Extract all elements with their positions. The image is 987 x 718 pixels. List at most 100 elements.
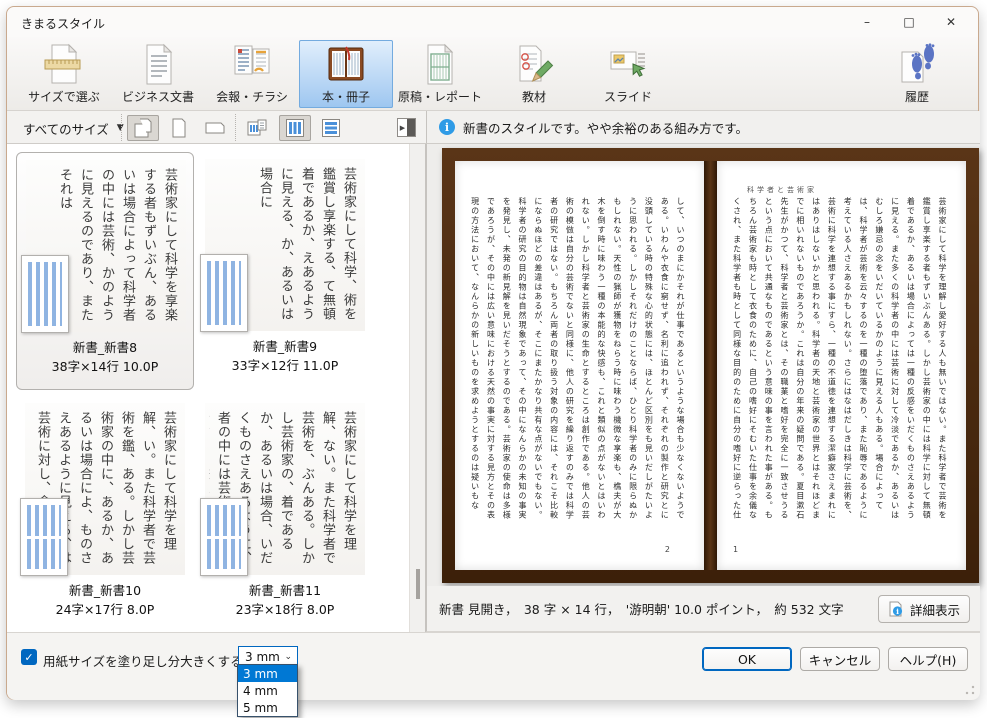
pages-all-icon xyxy=(132,117,154,139)
toolbar-item-history[interactable]: 履歴 xyxy=(870,40,964,108)
toolbar-item-business-doc[interactable]: ビジネス文書 xyxy=(111,40,205,108)
page-number: 1 xyxy=(733,545,738,554)
play-arrow-icon: ▶ xyxy=(398,119,407,136)
page-thumbnail xyxy=(20,498,68,576)
style-name: 新書_新書11 xyxy=(196,580,374,599)
dropdown-option[interactable]: 4 mm xyxy=(238,682,297,699)
style-spec: 33字×12行 11.0P xyxy=(196,355,374,374)
toolbar-item-slide[interactable]: スライド xyxy=(581,40,675,108)
toolbar-item-label: 本・冊子 xyxy=(322,88,370,105)
toolbar-item-label: 原稿・レポート xyxy=(398,88,482,105)
info-icon: i xyxy=(439,119,455,135)
size-filter-label: すべてのサイズ xyxy=(23,119,109,138)
running-head: 科学者と芸術家 xyxy=(747,185,817,195)
toolbar-item-label: 履歴 xyxy=(905,88,929,105)
page-text: 芸術家にして科学を理解し愛好する人も無いではない。また科学者で芸術を鑑賞し享楽す… xyxy=(731,197,950,524)
filter-bar: すべてのサイズ ▼ xyxy=(7,111,426,144)
mixed-layout-icon xyxy=(246,117,268,139)
horizontal-text-icon xyxy=(320,117,342,139)
resize-grip[interactable] xyxy=(965,685,975,695)
filter-mixed-layout-button[interactable] xyxy=(241,115,273,141)
book-icon xyxy=(324,40,368,88)
style-summary: 新書 見開き， 38 字 × 14 行， '游明朝' 10.0 ポイント， 約 … xyxy=(427,599,844,618)
category-toolbar: サイズで選ぶ ビジネス文書 xyxy=(7,37,978,111)
toolbar-item-book[interactable]: 本・冊子 xyxy=(299,40,393,108)
left-page: して、いつのまにかそれが仕事であるというような場合も少なくないようである。いわん… xyxy=(455,161,704,570)
style-card-shinsho8[interactable]: 芸術家にして科学を享楽する者もずいぶん、あるいは場合によって科学者の中には芸術、… xyxy=(16,152,194,390)
svg-text:i: i xyxy=(896,607,899,616)
slide-icon xyxy=(606,40,650,88)
style-spec: 23字×18行 8.0P xyxy=(196,599,374,618)
filter-vertical-text-button[interactable] xyxy=(279,115,311,141)
style-name: 新書_新書9 xyxy=(196,336,374,355)
info-bar: i 新書のスタイルです。やや余裕のある組み方です。 xyxy=(426,111,980,144)
page-thumbnail xyxy=(200,498,248,576)
list-scrollbar[interactable] xyxy=(409,144,426,632)
book-spread-preview: して、いつのまにかそれが仕事であるというような場合も少なくないようである。いわん… xyxy=(442,148,979,583)
style-name: 新書_新書8 xyxy=(17,337,193,356)
style-card-shinsho11[interactable]: 芸術家にして科学を理解、ない。また科学者で芸術を、ぶんある。しかし芸術家の、着で… xyxy=(196,396,374,634)
minimize-button[interactable]: – xyxy=(846,7,888,37)
teaching-icon xyxy=(512,40,556,88)
chevron-down-icon: ⌄ xyxy=(284,652,297,662)
style-name: 新書_新書10 xyxy=(16,580,194,599)
scrollbar-thumb[interactable] xyxy=(416,569,420,599)
bleed-checkbox[interactable]: ✓ xyxy=(21,649,37,665)
collapse-panel-button[interactable]: ▶ xyxy=(397,118,416,137)
footer-bar: ✓ 用紙サイズを塗り足し分大きくする(S) 3 mm ⌄ OK キャンセル ヘル… xyxy=(7,632,980,700)
separator xyxy=(121,114,122,141)
toolbar-item-newsletter[interactable]: 会報・チラシ xyxy=(205,40,299,108)
cancel-button[interactable]: キャンセル xyxy=(800,647,880,671)
page-thumbnail xyxy=(200,254,248,332)
page-number: 2 xyxy=(665,545,670,554)
filter-landscape-button[interactable] xyxy=(199,115,231,141)
style-spec: 24字×17行 8.0P xyxy=(16,599,194,618)
right-page: 科学者と芸術家 芸術家にして科学を理解し愛好する人も無いではない。また科学者で芸… xyxy=(717,161,966,570)
kimaru-style-dialog: きまるスタイル – □ ✕ サイズで選ぶ xyxy=(6,6,979,700)
toolbar-item-manuscript[interactable]: 原稿・レポート xyxy=(393,40,487,108)
style-list: 芸術家にして科学を享楽する者もずいぶん、あるいは場合によって科学者の中には芸術、… xyxy=(7,144,409,632)
style-description: 新書のスタイルです。やや余裕のある組み方です。 xyxy=(463,118,748,137)
dropdown-option[interactable]: 5 mm xyxy=(238,699,297,716)
style-spec: 38字×14行 10.0P xyxy=(17,356,193,375)
page-thumbnail xyxy=(21,255,69,333)
page-landscape-icon xyxy=(204,117,226,139)
toolbar-item-label: 会報・チラシ xyxy=(216,88,288,105)
ok-button[interactable]: OK xyxy=(702,647,792,671)
footprints-icon xyxy=(895,40,939,88)
separator xyxy=(235,114,236,141)
preview-pane: して、いつのまにかそれが仕事であるというような場合も少なくないようである。いわん… xyxy=(426,144,980,586)
page-portrait-icon xyxy=(168,117,190,139)
detail-view-label: 詳細表示 xyxy=(910,600,960,619)
ruler-page-icon xyxy=(42,40,86,88)
dropdown-option[interactable]: 3 mm xyxy=(238,665,297,682)
info-page-icon: i xyxy=(888,601,904,617)
close-button[interactable]: ✕ xyxy=(930,7,972,37)
panel-block xyxy=(407,119,415,136)
help-button[interactable]: ヘルプ(H) xyxy=(888,647,968,671)
style-card-shinsho10[interactable]: 芸術家にして科学を理解、い。また科学者で芸術を鑑、ある。しかし芸術家の中に、ある… xyxy=(16,396,194,634)
filter-pages-all-button[interactable] xyxy=(127,115,159,141)
status-bar: 新書 見開き， 38 字 × 14 行， '游明朝' 10.0 ポイント， 約 … xyxy=(426,586,980,632)
manuscript-icon xyxy=(418,40,462,88)
bleed-checkbox-label[interactable]: 用紙サイズを塗り足し分大きくする(S) xyxy=(43,651,260,670)
newsletter-icon xyxy=(230,40,274,88)
book-spine xyxy=(704,161,717,570)
bleed-size-dropdown-list: 3 mm 4 mm 5 mm xyxy=(237,664,298,717)
window-controls: – □ ✕ xyxy=(846,7,972,37)
toolbar-item-label: サイズで選ぶ xyxy=(28,88,100,105)
vertical-text-icon xyxy=(284,117,306,139)
title-bar: きまるスタイル – □ ✕ xyxy=(7,7,978,37)
toolbar-item-label: ビジネス文書 xyxy=(122,88,194,105)
document-icon xyxy=(136,40,180,88)
style-card-shinsho9[interactable]: 芸術家にして科学、術を鑑賞し享楽する、て無頓着であるか、えあるように見える、か、… xyxy=(196,152,374,390)
filter-horizontal-text-button[interactable] xyxy=(315,115,347,141)
window-title: きまるスタイル xyxy=(21,15,105,32)
toolbar-item-label: 教材 xyxy=(522,88,546,105)
size-filter-dropdown[interactable]: すべてのサイズ ▼ xyxy=(17,117,130,139)
filter-portrait-button[interactable] xyxy=(163,115,195,141)
detail-view-button[interactable]: i 詳細表示 xyxy=(878,595,970,623)
maximize-button[interactable]: □ xyxy=(888,7,930,37)
toolbar-item-size[interactable]: サイズで選ぶ xyxy=(17,40,111,108)
toolbar-item-teaching[interactable]: 教材 xyxy=(487,40,581,108)
